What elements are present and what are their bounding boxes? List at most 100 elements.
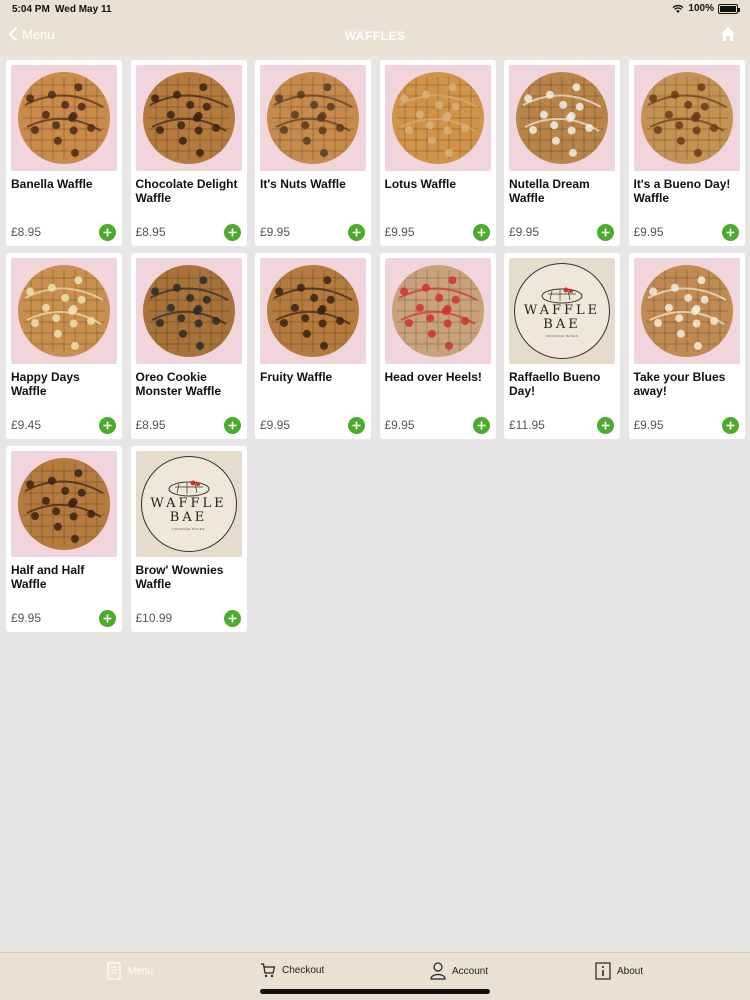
status-date: Wed May 11 — [55, 4, 112, 15]
add-to-cart-button[interactable] — [597, 224, 614, 241]
menu-item-card[interactable]: It's a Bueno Day! Waffle £9.95 — [628, 60, 745, 246]
info-icon — [595, 962, 611, 980]
home-icon — [721, 27, 735, 41]
item-name: Nutella Dream Waffle — [509, 177, 590, 205]
waffle-photo — [11, 65, 117, 171]
add-to-cart-button[interactable] — [721, 417, 739, 434]
menu-item-card[interactable]: Oreo Cookie Monster Waffle £8.95 — [130, 253, 247, 439]
plus-icon — [601, 421, 610, 430]
add-to-cart-button[interactable] — [472, 417, 490, 434]
menu-grid: Banella Waffle £8.95 Chocolate Delight W… — [6, 60, 746, 632]
menu-item-card[interactable]: Lotus Waffle £9.95 — [379, 60, 496, 246]
item-name: Half and Half Waffle — [11, 563, 85, 591]
item-name: Lotus Waffle — [384, 177, 457, 191]
wifi-icon — [672, 4, 684, 13]
plus-icon — [228, 228, 236, 237]
tab-checkout-label: Checkout — [282, 964, 325, 976]
waffle-photo — [633, 65, 740, 171]
battery-icon — [718, 3, 740, 14]
waffle-photo — [11, 451, 117, 557]
tab-checkout[interactable]: Checkout — [260, 962, 324, 978]
logo-circle: WAFFLE BAE FROMAGE BAKES — [514, 263, 610, 359]
item-name: Take your Blues away! — [633, 370, 726, 398]
add-to-cart-button[interactable] — [348, 224, 365, 241]
plus-icon — [726, 228, 734, 237]
item-price: £10.99 — [135, 611, 173, 625]
add-to-cart-button[interactable] — [348, 417, 365, 434]
menu-item-card[interactable]: Chocolate Delight Waffle £8.95 — [130, 60, 247, 246]
waffle-photo — [135, 65, 242, 171]
waffle-photo — [384, 65, 491, 171]
waffle-photo — [633, 258, 740, 364]
tab-bar: Menu Checkout Account About — [0, 952, 750, 1000]
item-name: Raffaello Bueno Day! — [509, 370, 601, 398]
add-to-cart-button[interactable] — [99, 224, 116, 241]
plus-icon — [103, 421, 112, 430]
add-to-cart-button[interactable] — [99, 417, 116, 434]
waffle-photo — [260, 258, 366, 364]
item-name: It's Nuts Waffle — [260, 177, 346, 191]
logo-line-2: BAE — [543, 317, 581, 332]
plus-icon — [601, 228, 610, 237]
menu-item-card[interactable]: Half and Half Waffle £9.95 — [6, 446, 122, 632]
item-price: £8.95 — [135, 418, 166, 432]
add-to-cart-button[interactable] — [99, 610, 116, 627]
tab-about[interactable]: About — [595, 962, 643, 980]
item-price: £9.95 — [509, 225, 540, 239]
item-price: £9.95 — [384, 418, 415, 432]
tab-about-label: About — [617, 965, 644, 977]
item-photo — [633, 65, 740, 171]
menu-item-card[interactable]: WAFFLE BAE FROMAGE BAKES Brow' Wownies W… — [130, 446, 247, 632]
item-photo — [135, 258, 242, 364]
logo-tagline: FROMAGE BAKES — [545, 334, 579, 338]
user-icon — [430, 962, 446, 980]
item-name: Oreo Cookie Monster Waffle — [135, 370, 222, 398]
menu-book-icon — [107, 962, 121, 980]
waffle-logo-icon — [541, 287, 583, 304]
menu-item-card[interactable]: WAFFLE BAE FROMAGE BAKES Raffaello Bueno… — [504, 253, 620, 439]
menu-item-card[interactable]: It's Nuts Waffle £9.95 — [255, 60, 371, 246]
menu-item-card[interactable]: Head over Heels! £9.95 — [379, 253, 496, 439]
plus-icon — [352, 421, 361, 430]
item-name: Fruity Waffle — [260, 370, 333, 384]
plus-icon — [103, 228, 112, 237]
waffle-photo — [11, 258, 117, 364]
plus-icon — [228, 421, 236, 430]
navigation-bar: Menu WAFFLES — [0, 18, 750, 56]
home-button[interactable] — [720, 26, 736, 47]
menu-item-card[interactable]: Banella Waffle £8.95 — [6, 60, 122, 246]
logo-background: WAFFLE BAE FROMAGE BAKES — [135, 451, 242, 557]
add-to-cart-button[interactable] — [472, 224, 490, 241]
add-to-cart-button[interactable] — [223, 417, 241, 434]
plus-icon — [103, 614, 112, 623]
tab-account-label: Account — [452, 965, 489, 977]
logo-tagline: FROMAGE BAKES — [172, 527, 205, 531]
plus-icon — [477, 228, 485, 237]
item-photo — [260, 258, 366, 364]
logo-line-2: BAE — [169, 510, 208, 525]
tab-account[interactable]: Account — [430, 962, 488, 980]
add-to-cart-button[interactable] — [223, 610, 241, 627]
brand-logo-image: WAFFLE BAE FROMAGE BAKES — [135, 451, 242, 557]
plus-icon — [726, 421, 734, 430]
item-price: £9.95 — [260, 225, 291, 239]
waffle-photo — [260, 65, 366, 171]
tab-menu[interactable]: Menu — [106, 962, 153, 980]
item-price: £9.95 — [633, 225, 664, 239]
add-to-cart-button[interactable] — [597, 417, 614, 434]
plus-icon — [228, 614, 236, 623]
add-to-cart-button[interactable] — [721, 224, 739, 241]
plus-icon — [352, 228, 361, 237]
menu-item-card[interactable]: Nutella Dream Waffle £9.95 — [504, 60, 620, 246]
item-price: £9.95 — [633, 418, 664, 432]
menu-item-card[interactable]: Happy Days Waffle £9.45 — [6, 253, 122, 439]
item-price: £8.95 — [135, 225, 166, 239]
page-title: WAFFLES — [344, 29, 406, 43]
add-to-cart-button[interactable] — [223, 224, 241, 241]
item-name: Chocolate Delight Waffle — [135, 177, 238, 205]
home-indicator — [260, 989, 490, 994]
menu-item-card[interactable]: Take your Blues away! £9.95 — [628, 253, 745, 439]
item-price: £8.95 — [11, 225, 42, 239]
menu-item-card[interactable]: Fruity Waffle £9.95 — [255, 253, 371, 439]
item-photo — [260, 65, 366, 171]
